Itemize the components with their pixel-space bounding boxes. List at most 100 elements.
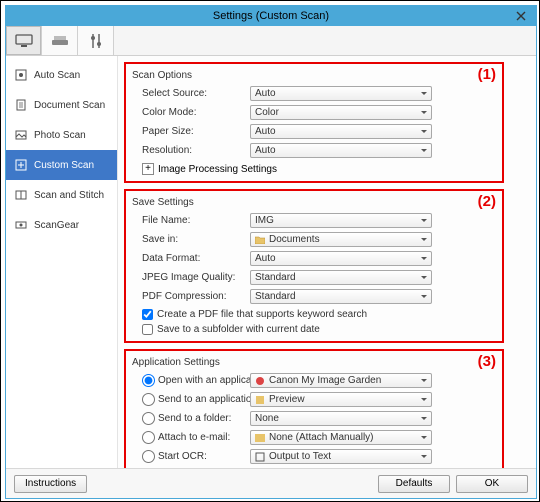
sidebar-item-label: Document Scan bbox=[34, 100, 105, 111]
pdf-keyword-checkbox[interactable]: Create a PDF file that supports keyword … bbox=[132, 307, 496, 322]
titlebar: Settings (Custom Scan) bbox=[6, 6, 536, 26]
paper-size-dropdown[interactable]: Auto bbox=[250, 124, 432, 139]
open-app-value: Canon My Image Garden bbox=[269, 375, 381, 386]
attach-email-dropdown[interactable]: None (Attach Manually) bbox=[250, 430, 432, 445]
monitor-icon bbox=[15, 34, 33, 48]
resolution-dropdown[interactable]: Auto bbox=[250, 143, 432, 158]
sidebar-item-label: Auto Scan bbox=[34, 70, 80, 81]
sidebar-item-auto-scan[interactable]: Auto Scan bbox=[6, 60, 117, 90]
preview-icon bbox=[255, 395, 265, 405]
attach-email-radio[interactable] bbox=[142, 431, 155, 444]
scan-options-title: Scan Options bbox=[132, 70, 496, 81]
paper-size-value: Auto bbox=[255, 126, 276, 137]
resolution-label: Resolution: bbox=[132, 145, 250, 156]
select-source-value: Auto bbox=[255, 88, 276, 99]
scan-options-group: (1) Scan Options Select Source: Auto Col… bbox=[124, 62, 504, 183]
document-icon bbox=[14, 98, 28, 112]
sidebar-item-custom-scan[interactable]: Custom Scan bbox=[6, 150, 117, 180]
top-toolbar bbox=[6, 26, 536, 56]
custom-icon bbox=[14, 158, 28, 172]
select-source-dropdown[interactable]: Auto bbox=[250, 86, 432, 101]
send-app-radio[interactable] bbox=[142, 393, 155, 406]
instructions-label: Instructions bbox=[25, 478, 76, 489]
tab-scanner[interactable] bbox=[42, 26, 78, 55]
defaults-button[interactable]: Defaults bbox=[378, 475, 450, 493]
data-format-value: Auto bbox=[255, 253, 276, 264]
defaults-label: Defaults bbox=[396, 478, 433, 489]
jpeg-quality-dropdown[interactable]: Standard bbox=[250, 270, 432, 285]
auto-scan-icon bbox=[14, 68, 28, 82]
image-processing-label: Image Processing Settings bbox=[158, 164, 277, 175]
sliders-icon bbox=[89, 33, 103, 49]
app-icon bbox=[255, 376, 265, 386]
attach-email-label: Attach to e-mail: bbox=[158, 432, 230, 443]
paper-size-label: Paper Size: bbox=[132, 126, 250, 137]
color-mode-dropdown[interactable]: Color bbox=[250, 105, 432, 120]
sidebar-item-label: Custom Scan bbox=[34, 160, 94, 171]
sidebar-item-photo-scan[interactable]: Photo Scan bbox=[6, 120, 117, 150]
instructions-button[interactable]: Instructions bbox=[14, 475, 87, 493]
color-mode-label: Color Mode: bbox=[132, 107, 250, 118]
sidebar: Auto Scan Document Scan Photo Scan Custo… bbox=[6, 56, 118, 468]
ok-button[interactable]: OK bbox=[456, 475, 528, 493]
ocr-icon bbox=[255, 452, 265, 462]
plus-icon: + bbox=[142, 163, 154, 175]
annotation-2: (2) bbox=[478, 193, 496, 210]
sidebar-item-label: Scan and Stitch bbox=[34, 190, 104, 201]
close-button[interactable] bbox=[506, 6, 536, 26]
start-ocr-radio[interactable] bbox=[142, 450, 155, 463]
send-folder-dropdown[interactable]: None bbox=[250, 411, 432, 426]
save-in-value: Documents bbox=[269, 234, 320, 245]
close-icon bbox=[516, 11, 526, 21]
send-app-dropdown[interactable]: Preview bbox=[250, 392, 432, 407]
save-in-label: Save in: bbox=[132, 234, 250, 245]
pdf-compression-value: Standard bbox=[255, 291, 296, 302]
footer: Instructions Defaults OK bbox=[6, 468, 536, 498]
mail-icon bbox=[255, 433, 265, 443]
folder-icon bbox=[255, 235, 265, 245]
application-settings-group: (3) Application Settings Open with an ap… bbox=[124, 349, 504, 468]
data-format-dropdown[interactable]: Auto bbox=[250, 251, 432, 266]
tab-settings[interactable] bbox=[78, 26, 114, 55]
sidebar-item-scan-stitch[interactable]: Scan and Stitch bbox=[6, 180, 117, 210]
file-name-dropdown[interactable]: IMG bbox=[250, 213, 432, 228]
file-name-label: File Name: bbox=[132, 215, 250, 226]
send-folder-label: Send to a folder: bbox=[158, 413, 231, 424]
stitch-icon bbox=[14, 188, 28, 202]
image-processing-expand[interactable]: + Image Processing Settings bbox=[132, 161, 496, 177]
save-settings-group: (2) Save Settings File Name: IMG Save in… bbox=[124, 189, 504, 343]
save-settings-title: Save Settings bbox=[132, 197, 496, 208]
file-name-value: IMG bbox=[255, 215, 274, 226]
start-ocr-label: Start OCR: bbox=[158, 451, 207, 462]
subfolder-checkbox[interactable]: Save to a subfolder with current date bbox=[132, 322, 496, 337]
sidebar-item-label: ScanGear bbox=[34, 220, 79, 231]
open-app-dropdown[interactable]: Canon My Image Garden bbox=[250, 373, 432, 388]
start-ocr-dropdown[interactable]: Output to Text bbox=[250, 449, 432, 464]
annotation-1: (1) bbox=[478, 66, 496, 83]
send-folder-radio[interactable] bbox=[142, 412, 155, 425]
window-title: Settings (Custom Scan) bbox=[213, 10, 329, 22]
subfolder-input[interactable] bbox=[142, 324, 153, 335]
open-app-radio[interactable] bbox=[142, 374, 155, 387]
pdf-compression-dropdown[interactable]: Standard bbox=[250, 289, 432, 304]
sidebar-item-document-scan[interactable]: Document Scan bbox=[6, 90, 117, 120]
select-source-label: Select Source: bbox=[132, 88, 250, 99]
data-format-label: Data Format: bbox=[132, 253, 250, 264]
annotation-3: (3) bbox=[478, 353, 496, 370]
pdf-keyword-input[interactable] bbox=[142, 309, 153, 320]
send-folder-value: None bbox=[255, 413, 279, 424]
tab-computer[interactable] bbox=[6, 26, 42, 55]
color-mode-value: Color bbox=[255, 107, 279, 118]
scangear-icon bbox=[14, 218, 28, 232]
save-in-dropdown[interactable]: Documents bbox=[250, 232, 432, 247]
resolution-value: Auto bbox=[255, 145, 276, 156]
sidebar-item-scangear[interactable]: ScanGear bbox=[6, 210, 117, 240]
subfolder-label: Save to a subfolder with current date bbox=[157, 324, 320, 335]
do-not-start-radio-row[interactable]: Do not start any application bbox=[132, 467, 496, 468]
scanner-icon bbox=[51, 35, 69, 47]
pdf-compression-label: PDF Compression: bbox=[132, 291, 250, 302]
main-panel: (1) Scan Options Select Source: Auto Col… bbox=[118, 56, 536, 468]
jpeg-quality-label: JPEG Image Quality: bbox=[132, 272, 250, 283]
send-app-value: Preview bbox=[269, 394, 305, 405]
start-ocr-value: Output to Text bbox=[269, 451, 331, 462]
